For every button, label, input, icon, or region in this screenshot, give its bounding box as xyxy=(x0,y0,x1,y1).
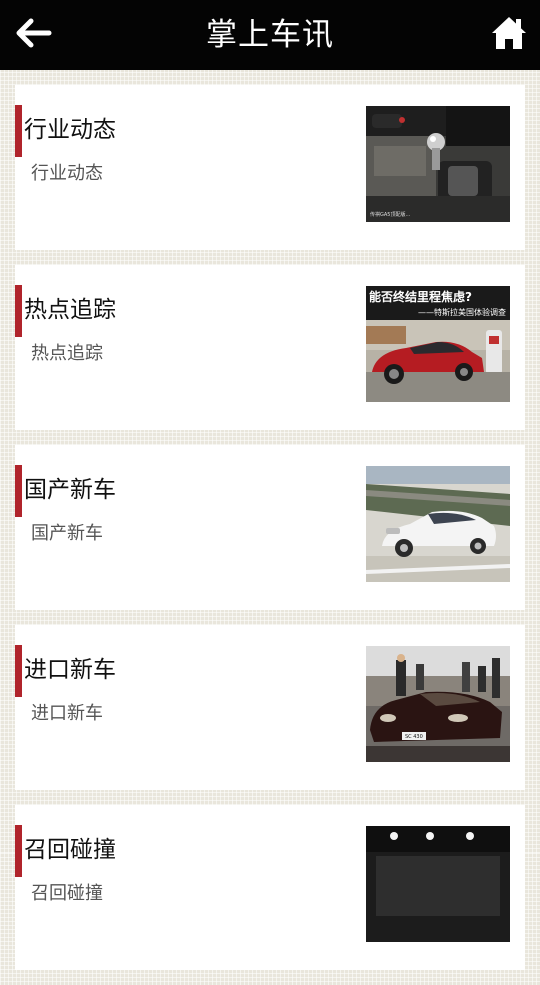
house-icon xyxy=(491,16,527,54)
accent-bar xyxy=(15,105,22,157)
thumbnail-image xyxy=(366,466,510,582)
category-list: 行业动态 行业动态 传祺GA5顶配版... 热点追踪 热点追踪 能否终结里程焦虑… xyxy=(15,85,525,985)
thumbnail-image xyxy=(366,826,510,942)
category-card[interactable]: 召回碰撞 召回碰撞 xyxy=(15,805,525,970)
image-subheadline: ——特斯拉美国体验调查 xyxy=(418,307,506,317)
back-button[interactable] xyxy=(10,15,56,55)
card-subtitle: 国产新车 xyxy=(31,523,103,544)
card-title: 行业动态 xyxy=(24,117,116,143)
accent-bar xyxy=(15,645,22,697)
image-caption: 传祺GA5顶配版... xyxy=(370,211,411,218)
accent-bar xyxy=(15,285,22,337)
license-plate: SC 430 xyxy=(405,734,423,740)
home-button[interactable] xyxy=(486,14,532,56)
arrow-left-icon xyxy=(14,18,52,52)
thumbnail-image: 传祺GA5顶配版... xyxy=(366,106,510,222)
accent-bar xyxy=(15,465,22,517)
category-card[interactable]: 国产新车 国产新车 xyxy=(15,445,525,610)
card-subtitle: 召回碰撞 xyxy=(31,883,103,904)
card-title: 国产新车 xyxy=(24,477,116,503)
card-title: 热点追踪 xyxy=(24,297,116,323)
category-card[interactable]: 进口新车 进口新车 SC 430 xyxy=(15,625,525,790)
accent-bar xyxy=(15,825,22,877)
category-card[interactable]: 行业动态 行业动态 传祺GA5顶配版... xyxy=(15,85,525,250)
card-title: 进口新车 xyxy=(24,657,116,683)
card-subtitle: 进口新车 xyxy=(31,703,103,724)
page-title: 掌上车讯 xyxy=(206,17,334,53)
category-card[interactable]: 热点追踪 热点追踪 能否终结里程焦虑? ——特斯拉美国体验调查 xyxy=(15,265,525,430)
card-title: 召回碰撞 xyxy=(24,837,116,863)
thumbnail-image: SC 430 xyxy=(366,646,510,762)
card-subtitle: 行业动态 xyxy=(31,163,103,184)
thumbnail-image: 能否终结里程焦虑? ——特斯拉美国体验调查 xyxy=(366,286,510,402)
app-header: 掌上车讯 xyxy=(0,0,540,70)
card-subtitle: 热点追踪 xyxy=(31,343,103,364)
image-headline: 能否终结里程焦虑? xyxy=(369,289,472,304)
